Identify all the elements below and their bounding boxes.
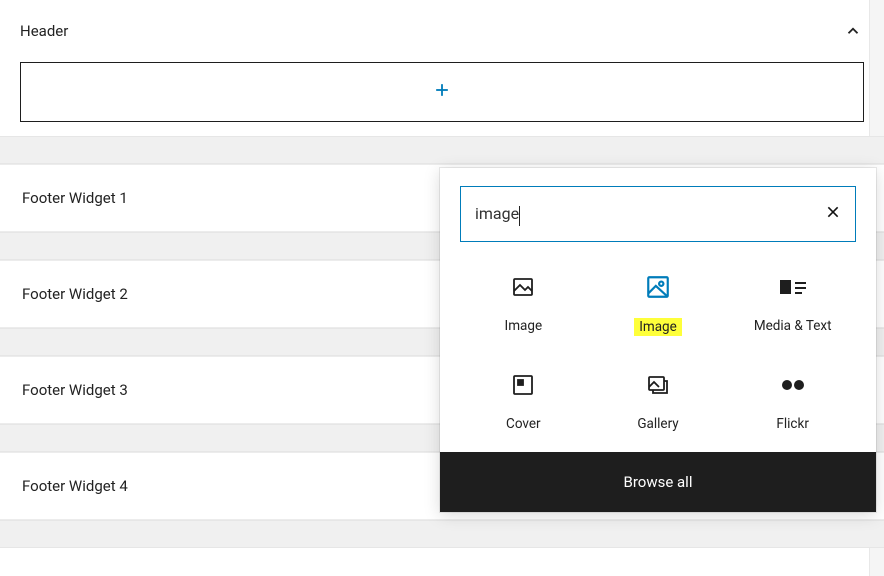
- flickr-icon: [780, 372, 806, 398]
- block-type-media-text[interactable]: Media & Text: [725, 274, 860, 336]
- image-icon: [510, 274, 536, 300]
- block-inserter-popover: image Image Image Media & Text: [440, 168, 876, 512]
- block-type-flickr[interactable]: Flickr: [725, 372, 860, 432]
- search-input[interactable]: image: [475, 204, 825, 225]
- search-input-wrapper[interactable]: image: [460, 186, 856, 242]
- block-type-gallery[interactable]: Gallery: [591, 372, 726, 432]
- chevron-up-icon: [842, 20, 864, 42]
- block-type-image-alt[interactable]: Image: [591, 274, 726, 336]
- header-title: Header: [20, 22, 68, 40]
- cover-icon: [510, 372, 536, 398]
- block-type-cover[interactable]: Cover: [456, 372, 591, 432]
- block-label: Image: [634, 318, 682, 336]
- image-icon: [645, 274, 671, 300]
- block-label: Cover: [506, 416, 541, 432]
- header-section-toggle[interactable]: Header: [0, 0, 884, 46]
- gallery-icon: [645, 372, 671, 398]
- close-icon[interactable]: [825, 204, 841, 225]
- browse-all-button[interactable]: Browse all: [440, 452, 876, 512]
- divider: [0, 520, 884, 548]
- block-label: Media & Text: [754, 318, 832, 334]
- block-label: Gallery: [637, 416, 678, 432]
- media-text-icon: [780, 274, 806, 300]
- divider: [0, 136, 884, 164]
- add-block-button[interactable]: [20, 62, 864, 122]
- block-type-image[interactable]: Image: [456, 274, 591, 336]
- block-label: Image: [505, 318, 543, 334]
- plus-icon: [432, 80, 452, 105]
- block-label: Flickr: [776, 416, 809, 432]
